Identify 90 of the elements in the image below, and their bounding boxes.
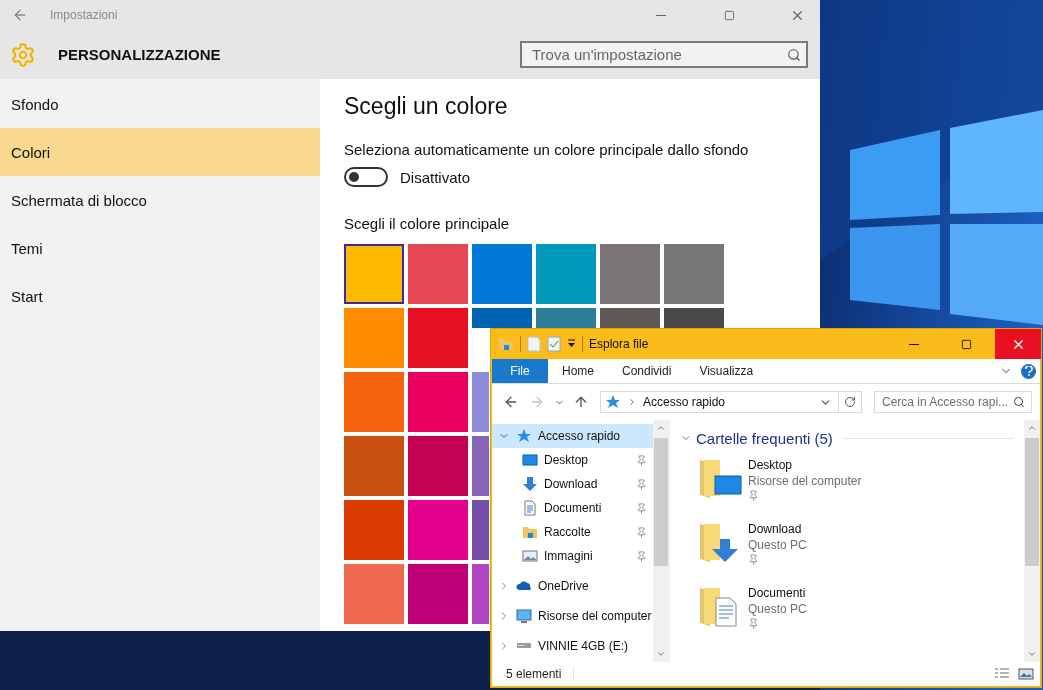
search-icon [787, 47, 801, 62]
maximize-icon [723, 9, 735, 21]
computer-icon [516, 608, 532, 624]
tree-item[interactable]: Download [492, 472, 653, 496]
toggle-state: Disattivato [400, 168, 471, 186]
tiles-view-icon[interactable] [1018, 667, 1034, 681]
dropdown-icon[interactable] [567, 339, 576, 349]
tree-item[interactable]: Documenti [492, 496, 653, 520]
color-swatch[interactable] [344, 244, 404, 304]
color-swatch[interactable] [344, 564, 404, 624]
details-view-icon[interactable] [994, 667, 1010, 681]
color-swatch[interactable] [600, 308, 660, 328]
color-swatch[interactable] [344, 500, 404, 560]
folder-item[interactable]: Documenti Questo PC [680, 584, 1014, 648]
color-swatch[interactable] [344, 308, 404, 368]
maximize-icon [960, 338, 972, 350]
tree-item[interactable]: Desktop [492, 448, 653, 472]
ribbon-tab[interactable]: Condividi [608, 359, 686, 383]
setting-label: Seleziona automaticamente un colore principale dallo sfondo [344, 141, 750, 158]
folder-icon [498, 336, 514, 352]
color-swatch[interactable] [600, 244, 660, 304]
help-icon[interactable] [1021, 363, 1036, 379]
tree-item[interactable]: OneDrive [492, 574, 653, 598]
scroll-up-icon[interactable] [656, 423, 666, 433]
folder-item[interactable]: Download Questo PC [680, 520, 1014, 584]
color-swatch[interactable] [408, 244, 468, 304]
group-heading: Cartelle frequenti (5) [696, 429, 833, 447]
address-bar[interactable]: Accesso rapido [600, 391, 862, 413]
color-swatch[interactable] [472, 564, 489, 624]
nav-item[interactable]: Schermata di blocco [0, 176, 320, 224]
color-swatch[interactable] [472, 500, 489, 560]
checked-document-icon[interactable] [547, 336, 561, 352]
color-swatch[interactable] [472, 436, 489, 496]
tree-item[interactable]: VINNIE 4GB (E:) [492, 634, 653, 658]
scrollbar[interactable] [1024, 420, 1040, 662]
star-icon [516, 428, 532, 444]
scroll-down-icon[interactable] [656, 649, 666, 659]
color-swatch[interactable] [664, 244, 724, 304]
tree-item[interactable]: Raccolte [492, 520, 653, 544]
star-icon [605, 394, 621, 410]
page-title: PERSONALIZZAZIONE [58, 46, 222, 63]
file-menu-tab[interactable]: File [492, 359, 548, 383]
toggle-switch[interactable] [344, 167, 388, 187]
back-icon[interactable] [12, 7, 28, 23]
drive-icon [516, 643, 532, 649]
ribbon-tab[interactable]: Visualizza [685, 359, 768, 383]
scroll-down-icon[interactable] [1027, 649, 1037, 659]
document-icon [522, 500, 538, 516]
color-swatch[interactable] [408, 500, 468, 560]
color-swatch[interactable] [664, 308, 724, 328]
folder-item[interactable]: Desktop Risorse del computer [680, 456, 1014, 520]
scrollbar[interactable] [653, 420, 669, 662]
nav-item[interactable]: Start [0, 272, 320, 320]
nav-item[interactable]: Sfondo [0, 80, 320, 128]
window-title: Esplora file [589, 337, 650, 351]
window-title: Impostazioni [50, 8, 119, 22]
color-swatch[interactable] [472, 244, 532, 304]
search-field[interactable]: Trova un'impostazione [520, 41, 808, 68]
ribbon-tab[interactable]: Home [548, 359, 608, 383]
section-heading: Scegli un colore [344, 93, 509, 121]
color-swatch[interactable] [408, 564, 468, 624]
up-arrow-icon [573, 394, 589, 410]
color-swatch[interactable] [472, 372, 489, 432]
color-swatch[interactable] [408, 436, 468, 496]
color-swatch[interactable] [408, 308, 468, 368]
color-swatch[interactable] [536, 308, 596, 328]
color-swatch[interactable] [536, 244, 596, 304]
palette-label: Scegli il colore principale [344, 215, 511, 232]
color-swatch[interactable] [344, 372, 404, 432]
color-swatch[interactable] [408, 372, 468, 432]
picture-icon [522, 548, 538, 564]
minimize-icon [909, 343, 919, 345]
nav-item[interactable]: Colori [0, 128, 320, 176]
down-arrow-icon [522, 476, 538, 492]
color-swatch[interactable] [472, 308, 532, 328]
gear-icon [10, 41, 36, 68]
folder-icon [522, 524, 538, 540]
blank-document-icon[interactable] [527, 336, 541, 352]
tree-item[interactable]: Immagini [492, 544, 653, 568]
nav-item[interactable]: Temi [0, 224, 320, 272]
tree-item[interactable]: Risorse del computer [492, 604, 653, 628]
tree-item[interactable]: Accesso rapido [492, 424, 653, 448]
status-text: 5 elementi [506, 667, 575, 681]
monitor-icon [522, 452, 538, 468]
breadcrumb-chevron-icon[interactable] [627, 397, 637, 407]
scroll-up-icon[interactable] [1027, 423, 1037, 433]
refresh-icon[interactable] [844, 396, 856, 408]
search-icon [1013, 396, 1025, 408]
minimize-icon [656, 14, 666, 16]
color-swatch[interactable] [344, 436, 404, 496]
